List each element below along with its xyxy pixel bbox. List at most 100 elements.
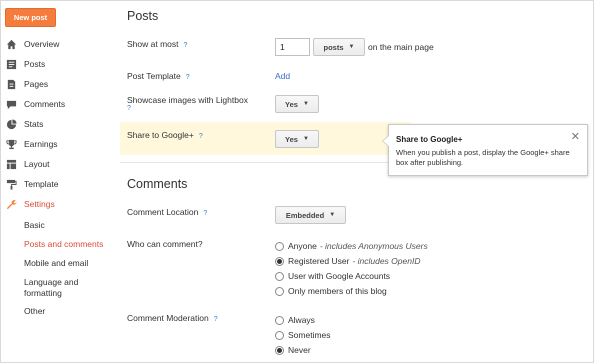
radio-google-accounts[interactable]: User with Google Accounts — [275, 271, 390, 281]
sidebar-subitem-posts-and-comments[interactable]: Posts and comments — [24, 239, 103, 250]
radio-label: Registered User — [288, 256, 350, 266]
pie-chart-icon — [5, 118, 18, 131]
radio-button[interactable] — [275, 241, 284, 251]
sidebar-item-label: Stats — [24, 119, 44, 129]
help-icon[interactable]: ? — [186, 74, 190, 81]
comment-location-text: Comment Location — [127, 207, 199, 217]
google-plus-text: Share to Google+ — [127, 130, 194, 140]
sidebar-item-label: Pages — [24, 79, 49, 89]
layout-icon — [5, 158, 18, 171]
sidebar-item-label: Earnings — [24, 139, 58, 149]
help-icon[interactable]: ? — [199, 133, 203, 140]
google-plus-tooltip: Share to Google+ ✕ When you publish a po… — [382, 124, 588, 176]
section-divider — [120, 162, 410, 163]
close-icon[interactable]: ✕ — [571, 130, 580, 143]
google-plus-value: Yes — [285, 134, 298, 144]
lightbox-label: Showcase images with Lightbox ? — [127, 95, 248, 112]
radio-label: Always — [288, 315, 315, 325]
posts-section-title: Posts — [127, 9, 159, 23]
chevron-down-icon: ▼ — [302, 136, 309, 142]
show-at-most-label: Show at most? — [127, 39, 187, 49]
sidebar-item-comments[interactable]: Comments — [5, 96, 65, 112]
tooltip-title: Share to Google+ — [396, 135, 463, 144]
post-template-text: Post Template — [127, 71, 181, 81]
post-template-label: Post Template? — [127, 71, 190, 81]
posts-unit-value: posts — [323, 42, 344, 52]
posts-icon — [5, 58, 18, 71]
radio-label: Sometimes — [288, 330, 331, 340]
radio-button-selected[interactable] — [275, 345, 284, 355]
radio-moderation-never[interactable]: Never — [275, 345, 311, 355]
pages-icon — [5, 78, 18, 91]
help-icon[interactable]: ? — [214, 316, 218, 323]
comment-icon — [5, 98, 18, 111]
posts-unit-select[interactable]: posts ▼ — [313, 38, 365, 56]
sidebar-item-label: Template — [24, 179, 59, 189]
radio-button[interactable] — [275, 330, 284, 340]
radio-note: - includes Anonymous Users — [319, 241, 428, 251]
who-can-comment-label: Who can comment? — [127, 239, 203, 249]
radio-registered-user[interactable]: Registered User - includes OpenID — [275, 256, 420, 266]
tooltip-body: When you publish a post, display the Goo… — [396, 148, 570, 167]
sidebar-item-label: Settings — [24, 199, 55, 209]
radio-label: Anyone — [288, 241, 317, 251]
radio-button[interactable] — [275, 286, 284, 296]
sidebar-item-label: Overview — [24, 39, 60, 49]
comment-moderation-text: Comment Moderation — [127, 313, 209, 323]
sidebar-item-posts[interactable]: Posts — [5, 56, 45, 72]
sidebar-subitem-other[interactable]: Other — [24, 306, 45, 317]
comment-moderation-label: Comment Moderation? — [127, 313, 218, 323]
trophy-icon — [5, 138, 18, 151]
sidebar-subitem-label-line1: Language and — [24, 277, 79, 287]
lightbox-value: Yes — [285, 99, 298, 109]
show-at-most-text: Show at most — [127, 39, 179, 49]
radio-button[interactable] — [275, 271, 284, 281]
radio-label: Never — [288, 345, 311, 355]
comment-location-select[interactable]: Embedded ▼ — [275, 206, 346, 224]
sidebar: New post Overview Posts Pages Comments S… — [0, 0, 110, 363]
main-content: Posts Show at most? 1 posts ▼ on the main… — [120, 0, 594, 363]
radio-button[interactable] — [275, 315, 284, 325]
posts-count-input[interactable]: 1 — [275, 38, 310, 56]
sidebar-item-overview[interactable]: Overview — [5, 36, 59, 52]
help-icon[interactable]: ? — [184, 42, 188, 49]
sidebar-item-label: Posts — [24, 59, 46, 69]
sidebar-item-stats[interactable]: Stats — [5, 116, 43, 132]
radio-note: - includes OpenID — [352, 256, 421, 266]
sidebar-item-earnings[interactable]: Earnings — [5, 136, 58, 152]
radio-anyone[interactable]: Anyone - includes Anonymous Users — [275, 241, 428, 251]
radio-label: User with Google Accounts — [288, 271, 391, 281]
home-icon — [5, 38, 18, 51]
sidebar-item-template[interactable]: Template — [5, 176, 59, 192]
sidebar-subitem-basic[interactable]: Basic — [24, 220, 45, 231]
chevron-down-icon: ▼ — [302, 101, 309, 107]
sidebar-item-settings[interactable]: Settings — [5, 196, 55, 212]
main-page-suffix: on the main page — [368, 42, 434, 52]
sidebar-item-pages[interactable]: Pages — [5, 76, 48, 92]
chevron-down-icon: ▼ — [329, 212, 336, 218]
wrench-icon — [5, 198, 18, 211]
comment-location-label: Comment Location? — [127, 207, 207, 217]
sidebar-subitem-mobile-and-email[interactable]: Mobile and email — [24, 258, 88, 269]
lightbox-select[interactable]: Yes ▼ — [275, 95, 319, 113]
radio-button-selected[interactable] — [275, 256, 284, 266]
google-plus-select[interactable]: Yes ▼ — [275, 130, 319, 148]
radio-moderation-always[interactable]: Always — [275, 315, 315, 325]
chevron-down-icon: ▼ — [348, 44, 355, 50]
sidebar-item-label: Layout — [24, 159, 50, 169]
new-post-button[interactable]: New post — [5, 8, 56, 27]
radio-members-only[interactable]: Only members of this blog — [275, 286, 387, 296]
add-template-link[interactable]: Add — [275, 71, 290, 81]
sidebar-subitem-label-line2: formatting — [24, 288, 62, 298]
radio-moderation-sometimes[interactable]: Sometimes — [275, 330, 331, 340]
google-plus-label: Share to Google+? — [127, 130, 203, 140]
comment-location-value: Embedded — [285, 210, 325, 220]
lightbox-text: Showcase images with Lightbox — [127, 95, 248, 105]
sidebar-item-layout[interactable]: Layout — [5, 156, 50, 172]
help-icon[interactable]: ? — [127, 105, 248, 112]
sidebar-item-label: Comments — [24, 99, 66, 109]
comments-section-title: Comments — [127, 177, 188, 191]
tooltip-arrow — [382, 135, 389, 147]
sidebar-subitem-language-and-formatting[interactable]: Language and formatting — [24, 277, 78, 299]
help-icon[interactable]: ? — [203, 210, 207, 217]
